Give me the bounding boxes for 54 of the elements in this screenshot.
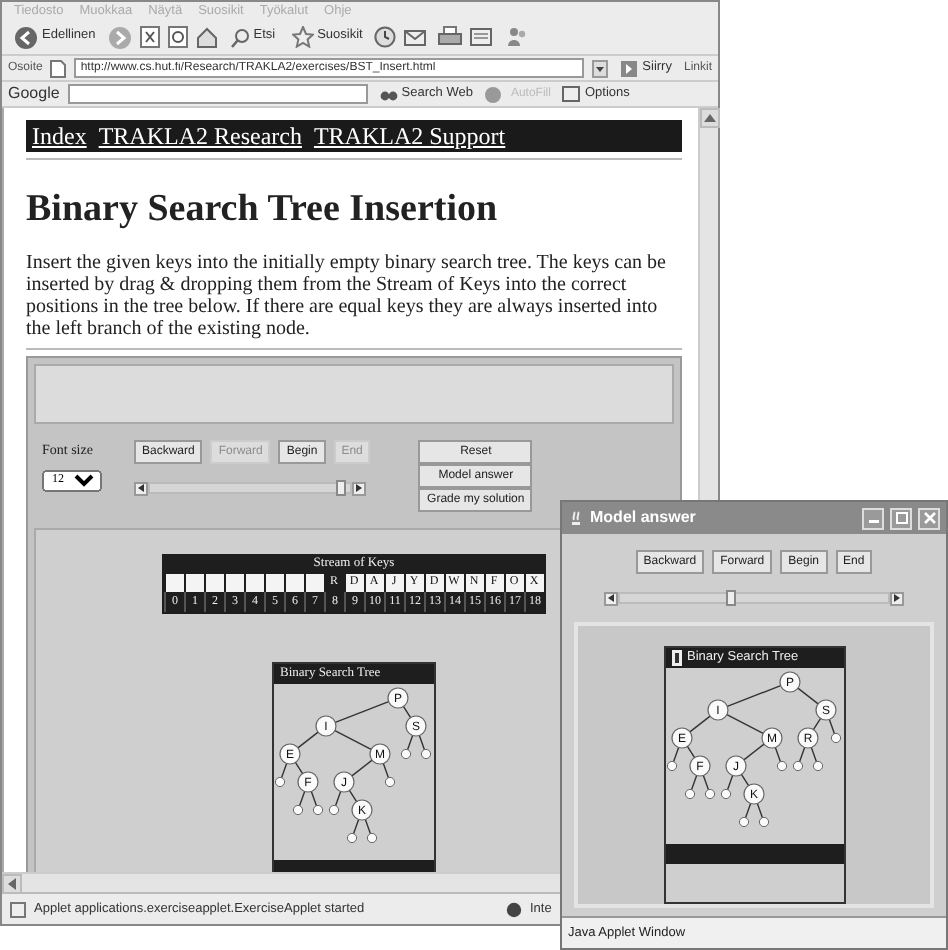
people-icon[interactable] bbox=[506, 26, 529, 48]
window-title: Model answer bbox=[590, 506, 698, 530]
search-icon bbox=[229, 27, 250, 47]
slider-thumb[interactable] bbox=[336, 480, 346, 496]
left-arrow-icon bbox=[608, 594, 614, 602]
go-icon bbox=[620, 59, 639, 77]
maximize-icon bbox=[893, 510, 909, 526]
empty-slot[interactable] bbox=[274, 776, 286, 788]
slider-left-button[interactable] bbox=[134, 481, 148, 495]
stop-icon[interactable] bbox=[139, 26, 160, 48]
tree-edge bbox=[297, 731, 319, 749]
intro-text: Insert the given keys into the initially empty binary search tree. The keys can be inserted by drag & dropping them from the Stream of Keys into the correct positions in the tree below. If there are equal keys they are always inserted into the left branch of the existing node. bbox=[26, 252, 668, 340]
maximize-button[interactable] bbox=[890, 507, 912, 529]
history-icon[interactable] bbox=[374, 26, 397, 48]
right-arrow-icon bbox=[894, 594, 900, 602]
back-icon bbox=[14, 25, 38, 49]
dropdown-icon[interactable] bbox=[592, 59, 609, 77]
refresh-icon[interactable] bbox=[167, 26, 188, 48]
tree-edge bbox=[725, 713, 763, 735]
globe-icon bbox=[506, 901, 522, 917]
scroll-up-icon bbox=[704, 114, 716, 122]
tree-edge bbox=[334, 700, 390, 724]
slider-right-button[interactable] bbox=[352, 481, 366, 495]
tree-edge bbox=[742, 743, 764, 761]
close-button[interactable] bbox=[918, 507, 940, 529]
empty-slot[interactable] bbox=[829, 732, 841, 744]
java-icon bbox=[568, 510, 584, 526]
nav-link[interactable]: TRAKLA2 Research bbox=[98, 122, 302, 150]
slider-right-button[interactable] bbox=[890, 591, 904, 605]
print-icon[interactable] bbox=[438, 26, 463, 48]
slider-left-button[interactable] bbox=[604, 591, 618, 605]
slider-thumb[interactable] bbox=[726, 590, 737, 606]
star-icon bbox=[291, 26, 314, 48]
tree-edge bbox=[688, 715, 710, 733]
close-icon bbox=[921, 510, 937, 526]
page-icon bbox=[50, 59, 67, 77]
tree-edge bbox=[351, 759, 373, 777]
google-logo[interactable]: Google bbox=[8, 82, 60, 106]
right-arrow-icon bbox=[356, 484, 362, 492]
search-field[interactable] bbox=[67, 84, 368, 104]
left-arrow-icon bbox=[138, 484, 144, 492]
scroll-left-icon bbox=[8, 878, 16, 890]
tree-edge bbox=[725, 684, 781, 708]
mail-icon[interactable] bbox=[404, 27, 431, 47]
empty-slot[interactable] bbox=[665, 760, 677, 772]
nav-link[interactable]: TRAKLA2 Support bbox=[313, 122, 506, 150]
tree-edge bbox=[796, 687, 818, 705]
tree-edge bbox=[334, 729, 372, 751]
minimize-button[interactable] bbox=[862, 507, 884, 529]
empty-slot[interactable] bbox=[384, 776, 396, 788]
home-icon[interactable] bbox=[195, 26, 218, 48]
page-title: Binary Search Tree Insertion bbox=[26, 188, 500, 232]
nav-link[interactable]: Index bbox=[32, 122, 87, 150]
binoculars-icon bbox=[379, 86, 398, 102]
